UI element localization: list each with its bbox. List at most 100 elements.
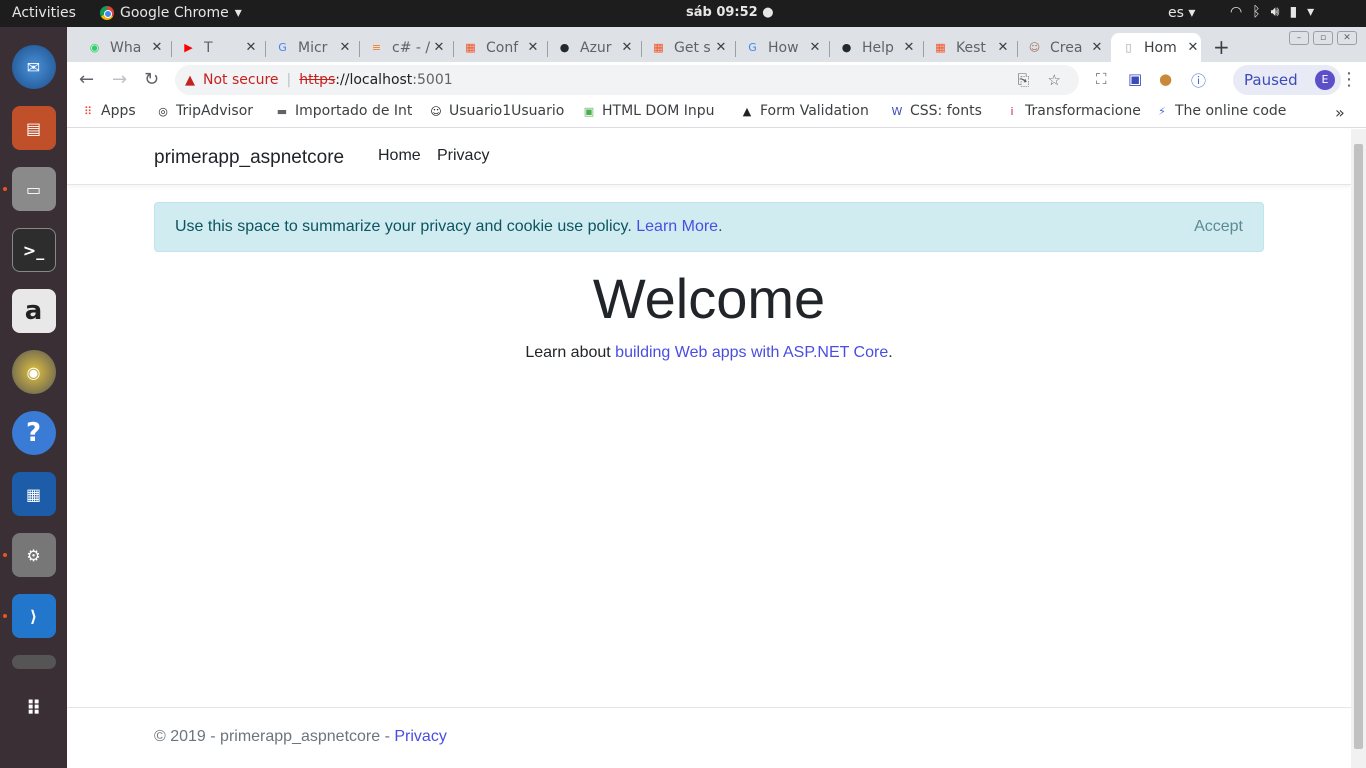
close-tab-icon[interactable]: ✕ <box>1185 40 1201 55</box>
scrollbar-thumb[interactable] <box>1354 144 1363 749</box>
show-apps-grid-icon[interactable]: ⠿ <box>12 686 56 730</box>
launcher-dock: ✉ ▤ ▭ >_ a ◉ ? ▦ ⚙ ⟩ ⠿ <box>0 27 67 768</box>
amazon-icon[interactable]: a <box>11 289 56 333</box>
impress-icon[interactable]: ▤ <box>11 106 56 150</box>
forward-arrow-icon[interactable]: → <box>112 69 127 90</box>
system-top-bar: Activities Google Chrome ▾ sáb 09:52 ● e… <box>0 0 1366 27</box>
close-tab-icon[interactable]: ✕ <box>901 40 917 55</box>
tab-title: c# - / <box>392 39 431 56</box>
github-icon: ● <box>841 41 852 54</box>
bookmark-label: CSS: fonts <box>910 103 982 119</box>
back-arrow-icon[interactable]: ← <box>79 69 94 90</box>
smiley-icon: ☺ <box>430 104 442 118</box>
app-menu[interactable]: Google Chrome ▾ <box>100 5 242 21</box>
browser-window: ◉ Wha ✕ ▶ T ✕ G Micr ✕ ≡ c# - / ✕ ▦ Conf ✕ ● Azur ✕ ▦ Get s… <box>67 27 1366 768</box>
browser-tab[interactable]: ≡ c# - / ✕ <box>365 33 447 62</box>
new-tab-button[interactable]: + <box>1213 35 1230 59</box>
browser-tab[interactable]: ● Azur ✕ <box>553 33 635 62</box>
translate-icon[interactable]: ⎘ <box>1018 71 1030 89</box>
nav-privacy-link[interactable]: Privacy <box>437 147 489 165</box>
vscode-icon[interactable]: ⟩ <box>2 594 56 638</box>
close-tab-icon[interactable]: ✕ <box>713 40 729 55</box>
battery-icon: ▮ <box>1289 4 1298 20</box>
close-tab-icon[interactable]: ✕ <box>243 40 259 55</box>
browser-toolbar: ← → ↻ ▲ Not secure | https://localhost:5… <box>67 62 1366 98</box>
minimize-button[interactable]: – <box>1289 31 1309 45</box>
bookmark-item[interactable]: W CSS: fonts <box>890 103 982 119</box>
cookie-extension-icon[interactable]: ● <box>1159 70 1172 88</box>
rhythmbox-icon[interactable]: ◉ <box>11 350 56 394</box>
profile-button[interactable]: Paused E <box>1233 65 1341 95</box>
close-tab-icon[interactable]: ✕ <box>1089 40 1105 55</box>
bookmark-item[interactable]: ◎ TripAdvisor <box>156 103 253 119</box>
info-extension-icon[interactable]: ⓘ <box>1191 70 1206 91</box>
bookmark-item[interactable]: ⚡ The online code <box>1155 103 1286 119</box>
tab-title: Micr <box>298 39 328 56</box>
more-bookmarks-icon[interactable]: » <box>1335 103 1345 122</box>
browser-tab[interactable]: ▶ T ✕ <box>177 33 259 62</box>
reader-extension-icon[interactable]: ▣ <box>1128 70 1142 88</box>
tab-title: Conf <box>486 39 519 56</box>
chrome-menu-icon[interactable]: ⋮ <box>1340 69 1358 90</box>
linux-icon: ▲ <box>742 104 752 118</box>
browser-tab[interactable]: G Micr ✕ <box>271 33 353 62</box>
close-tab-icon[interactable]: ✕ <box>149 40 165 55</box>
learn-prefix: Learn about <box>525 344 616 361</box>
close-tab-icon[interactable]: ✕ <box>619 40 635 55</box>
browser-tab[interactable]: ▯ Hom ✕ <box>1111 33 1201 62</box>
browser-tab[interactable]: ● Help ✕ <box>835 33 917 62</box>
files-icon[interactable]: ▭ <box>2 167 56 211</box>
browser-tab[interactable]: G How ✕ <box>741 33 823 62</box>
trash-icon[interactable] <box>11 655 56 669</box>
stackoverflow-icon: ≡ <box>371 41 382 54</box>
maximize-button[interactable]: ▫ <box>1313 31 1333 45</box>
profile-status: Paused <box>1244 71 1298 89</box>
close-tab-icon[interactable]: ✕ <box>431 40 447 55</box>
language-indicator[interactable]: es ▾ <box>1168 5 1195 21</box>
thunderbird-icon[interactable]: ✉ <box>11 45 56 89</box>
learn-more-link[interactable]: Learn More <box>636 218 718 235</box>
activities-button[interactable]: Activities <box>12 5 76 21</box>
tab-separator <box>641 41 642 57</box>
close-window-button[interactable]: ✕ <box>1337 31 1357 45</box>
system-tray[interactable]: ◠ ᛒ 🔊︎ ▮ ▾ <box>1230 4 1314 20</box>
page-scrollbar[interactable] <box>1351 129 1366 768</box>
screenshot-extension-icon[interactable]: ⛶ <box>1096 70 1107 88</box>
writer-icon[interactable]: ▦ <box>11 472 56 516</box>
bookmark-item[interactable]: ☺ Usuario1Usuario <box>429 103 564 119</box>
browser-tab[interactable]: ▦ Conf ✕ <box>459 33 541 62</box>
browser-tab[interactable]: ☺ Crea ✕ <box>1023 33 1105 62</box>
site-brand[interactable]: primerapp_aspnetcore <box>154 147 344 169</box>
bookmark-star-icon[interactable]: ☆ <box>1048 71 1061 89</box>
tab-strip: ◉ Wha ✕ ▶ T ✕ G Micr ✕ ≡ c# - / ✕ ▦ Conf ✕ ● Azur ✕ ▦ Get s… <box>67 27 1366 62</box>
avatar: E <box>1315 70 1335 90</box>
bookmark-item[interactable]: ⠿ Apps <box>81 103 136 119</box>
window-controls: – ▫ ✕ <box>1289 31 1357 45</box>
close-tab-icon[interactable]: ✕ <box>337 40 353 55</box>
bookmark-item[interactable]: ⅰ Transformacione <box>1005 103 1140 119</box>
bookmark-item[interactable]: ▣ HTML DOM Inpu <box>582 103 715 119</box>
browser-tab[interactable]: ▦ Kest ✕ <box>929 33 1011 62</box>
bookmark-label: Apps <box>101 103 136 119</box>
terminal-icon[interactable]: >_ <box>11 228 56 272</box>
site-footer: © 2019 - primerapp_aspnetcore - Privacy <box>67 707 1351 768</box>
not-secure-label[interactable]: Not secure <box>203 72 279 88</box>
bookmark-item[interactable]: ▲ Form Validation <box>740 103 869 119</box>
browser-tab[interactable]: ▦ Get s ✕ <box>647 33 729 62</box>
close-tab-icon[interactable]: ✕ <box>995 40 1011 55</box>
close-tab-icon[interactable]: ✕ <box>525 40 541 55</box>
settings-icon[interactable]: ⚙ <box>2 533 56 577</box>
close-tab-icon[interactable]: ✕ <box>807 40 823 55</box>
bookmark-item[interactable]: ▬ Importado de Int <box>275 103 413 119</box>
address-bar[interactable]: ▲ Not secure | https://localhost:5001 ⎘ … <box>175 65 1079 95</box>
accept-cookie-button[interactable]: Accept <box>1194 218 1243 236</box>
help-icon[interactable]: ? <box>11 411 56 455</box>
running-indicator <box>2 614 7 618</box>
aspnet-docs-link[interactable]: building Web apps with ASP.NET Core <box>615 344 888 361</box>
clock[interactable]: sáb 09:52 ● <box>686 5 774 20</box>
tab-separator <box>923 41 924 57</box>
nav-home-link[interactable]: Home <box>378 147 421 165</box>
footer-privacy-link[interactable]: Privacy <box>394 728 446 745</box>
reload-icon[interactable]: ↻ <box>144 69 159 90</box>
browser-tab[interactable]: ◉ Wha ✕ <box>83 33 165 62</box>
